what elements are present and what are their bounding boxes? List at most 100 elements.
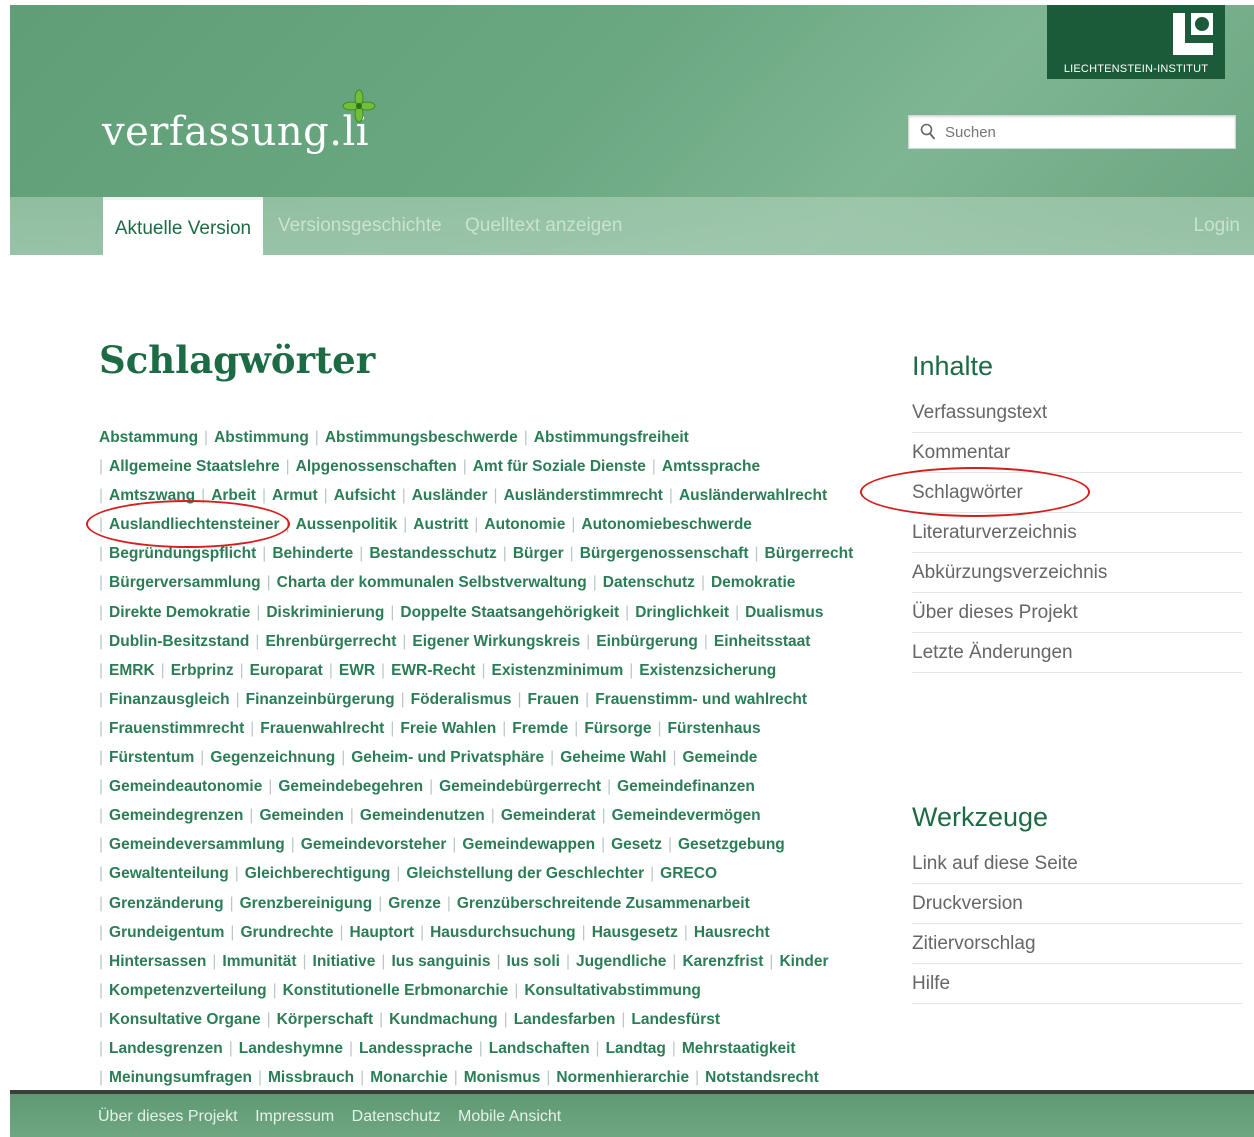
keyword-link[interactable]: Kompetenzverteilung [109,982,267,999]
keyword-link[interactable]: Ius soli [507,953,560,970]
keyword-link[interactable]: Einbürgerung [596,633,698,650]
keyword-link[interactable]: Landessprache [359,1040,473,1057]
keyword-link[interactable]: Doppelte Staatsangehörigkeit [400,604,619,621]
sidebar-item-ueber-projekt[interactable]: Über dieses Projekt [912,593,1242,633]
keyword-link[interactable]: EWR [339,662,375,679]
keyword-link[interactable]: Charta der kommunalen Selbstverwaltung [277,574,587,591]
keyword-link[interactable]: Körperschaft [277,1011,373,1028]
keyword-link[interactable]: Abstimmungsbeschwerde [325,429,518,446]
keyword-link[interactable]: Diskriminierung [266,604,384,621]
keyword-link[interactable]: Gesetz [611,836,662,853]
keyword-link[interactable]: Abstimmungsfreiheit [534,429,689,446]
search-box[interactable] [908,115,1236,149]
keyword-link[interactable]: EWR-Recht [391,662,475,679]
site-logo[interactable]: verfassung.li [102,109,369,155]
keyword-link[interactable]: Gewaltenteilung [109,865,229,882]
keyword-link[interactable]: Aussenpolitik [296,516,398,533]
keyword-link[interactable]: Ius sanguinis [391,953,490,970]
keyword-link[interactable]: Jugendliche [576,953,666,970]
sidebar-item-permalink[interactable]: Link auf diese Seite [912,844,1242,884]
search-input[interactable] [945,116,1230,148]
keyword-link[interactable]: Gemeindevermögen [612,807,761,824]
keyword-link[interactable]: GRECO [660,865,717,882]
keyword-link[interactable]: Landesgrenzen [109,1040,223,1057]
sidebar-item-cite[interactable]: Zitiervorschlag [912,924,1242,964]
keyword-link[interactable]: Bestandesschutz [369,545,496,562]
keyword-link[interactable]: Kundmachung [389,1011,498,1028]
keyword-link[interactable]: Hausdurchsuchung [430,924,576,941]
keyword-link[interactable]: Missbrauch [268,1069,354,1086]
keyword-link[interactable]: Frauenstimmrecht [109,720,244,737]
keyword-link[interactable]: Notstandsrecht [705,1069,819,1086]
keyword-link[interactable]: Gemeindebürgerrecht [439,778,601,795]
keyword-link[interactable]: Landesfürst [631,1011,720,1028]
login-link[interactable]: Login [1194,197,1241,255]
keyword-link[interactable]: Europarat [250,662,323,679]
keyword-link[interactable]: Gemeindewappen [462,836,595,853]
keyword-link[interactable]: Fürstentum [109,749,194,766]
keyword-link[interactable]: Bürger [513,545,564,562]
keyword-link[interactable]: Gemeindebegehren [278,778,423,795]
keyword-link[interactable]: Landschaften [489,1040,590,1057]
keyword-link[interactable]: Immunität [222,953,296,970]
keyword-link[interactable]: Gemeinde [682,749,757,766]
keyword-link[interactable]: Existenzminimum [491,662,623,679]
keyword-link[interactable]: Mehrstaatigkeit [682,1040,796,1057]
keyword-link[interactable]: Dringlichkeit [635,604,729,621]
sidebar-item-letzte-aenderungen[interactable]: Letzte Änderungen [912,633,1242,673]
keyword-link[interactable]: Gemeindenutzen [360,807,485,824]
keyword-link[interactable]: Amtssprache [662,458,760,475]
keyword-link[interactable]: Ausländerwahlrecht [679,487,827,504]
keyword-link[interactable]: Gemeindefinanzen [617,778,755,795]
keyword-link[interactable]: Fremde [512,720,568,737]
keyword-link[interactable]: Autonomie [484,516,565,533]
keyword-link[interactable]: EMRK [109,662,155,679]
search-icon[interactable] [920,123,936,141]
keyword-link[interactable]: Gemeinden [259,807,343,824]
tab-current-version[interactable]: Aktuelle Version [103,197,263,255]
keyword-link[interactable]: Konsultativabstimmung [524,982,701,999]
keyword-link[interactable]: Grenzbereinigung [240,895,373,912]
keyword-link[interactable]: Autonomiebeschwerde [581,516,752,533]
keyword-link[interactable]: Erbprinz [171,662,234,679]
sidebar-item-literaturverzeichnis[interactable]: Literaturverzeichnis [912,513,1242,553]
keyword-link[interactable]: Bürgerrecht [765,545,854,562]
keyword-link[interactable]: Initiative [313,953,376,970]
keyword-link[interactable]: Abstammung [99,429,198,446]
keyword-link[interactable]: Aufsicht [334,487,396,504]
keyword-link[interactable]: Dublin-Besitzstand [109,633,249,650]
keyword-link[interactable]: Konsultative Organe [109,1011,261,1028]
keyword-link[interactable]: Dualismus [745,604,823,621]
keyword-link[interactable]: Datenschutz [603,574,695,591]
keyword-link[interactable]: Gemeinderat [501,807,596,824]
keyword-link[interactable]: Armut [272,487,318,504]
keyword-link[interactable]: Finanzeinbürgerung [246,691,395,708]
keyword-link[interactable]: Grenze [388,895,441,912]
sidebar-item-verfassungstext[interactable]: Verfassungstext [912,393,1242,433]
keyword-link[interactable]: Gesetzgebung [678,836,785,853]
keyword-link[interactable]: Einheitsstaat [714,633,810,650]
sidebar-item-help[interactable]: Hilfe [912,964,1242,1004]
keyword-link[interactable]: Geheim- und Privatsphäre [351,749,544,766]
keyword-link[interactable]: Gegenzeichnung [210,749,335,766]
keyword-link[interactable]: Fürstenhaus [668,720,761,737]
keyword-link[interactable]: Bürgergenossenschaft [580,545,749,562]
keyword-link[interactable]: Hauptort [350,924,415,941]
keyword-link[interactable]: Gleichstellung der Geschlechter [406,865,644,882]
keyword-link[interactable]: Alpgenossenschaften [296,458,457,475]
keyword-link[interactable]: Monismus [464,1069,541,1086]
keyword-link[interactable]: Grundeigentum [109,924,224,941]
keyword-link[interactable]: Abstimmung [214,429,309,446]
keyword-link[interactable]: Allgemeine Staatslehre [109,458,280,475]
keyword-link[interactable]: Existenzsicherung [639,662,776,679]
keyword-link[interactable]: Hintersassen [109,953,206,970]
keyword-link[interactable]: Geheime Wahl [560,749,666,766]
keyword-link[interactable]: Gemeindegrenzen [109,807,243,824]
keyword-link[interactable]: Fürsorge [584,720,651,737]
keyword-link[interactable]: Karenzfrist [682,953,763,970]
keyword-link[interactable]: Landesfarben [514,1011,616,1028]
sidebar-item-print[interactable]: Druckversion [912,884,1242,924]
footer-link-imprint[interactable]: Impressum [255,1108,334,1125]
keyword-link[interactable]: Ehrenbürgerrecht [265,633,396,650]
keyword-link[interactable]: Grenzänderung [109,895,224,912]
